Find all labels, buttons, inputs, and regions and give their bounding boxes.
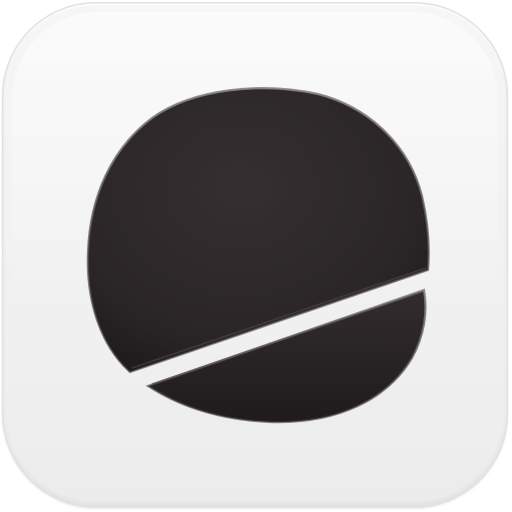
split-disc-logo-icon [86,87,430,424]
app-icon-canvas [0,0,512,512]
